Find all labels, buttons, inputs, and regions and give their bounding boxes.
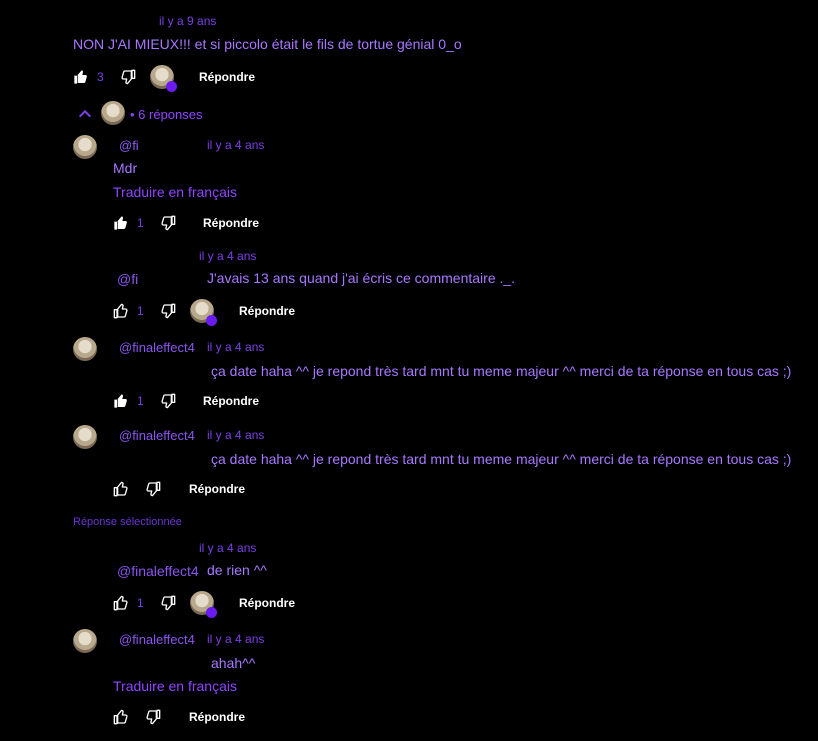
reply-button[interactable]: Répondre — [199, 70, 255, 84]
thumbs-up-icon[interactable] — [73, 69, 89, 85]
reply-button[interactable]: Répondre — [239, 596, 295, 610]
comment-user[interactable]: @finaleffect4 — [119, 340, 195, 355]
comment-time: il y a 4 ans — [199, 541, 257, 555]
comment-time: il y a 4 ans — [207, 340, 265, 354]
comment-time: il y a 4 ans — [207, 138, 265, 152]
comment-text: ça date haha ^^ je repond très tard mnt … — [211, 451, 792, 467]
avatar — [190, 299, 217, 326]
comment-text: J'avais 13 ans quand j'ai écris ce comme… — [207, 270, 516, 286]
avatar — [190, 591, 217, 618]
reply-button[interactable]: Répondre — [189, 710, 245, 724]
comment-user[interactable]: @fi — [117, 271, 138, 287]
like-count: 1 — [137, 596, 144, 610]
translate-link[interactable]: Traduire en français — [113, 678, 237, 694]
comment-text: de rien ^^ — [207, 562, 267, 578]
reply-button[interactable]: Répondre — [189, 482, 245, 496]
comment-time: il y a 4 ans — [207, 632, 265, 646]
avatar — [73, 135, 97, 159]
reply-button[interactable]: Répondre — [203, 216, 259, 230]
comment-text: ahah^^ — [211, 655, 256, 671]
thumbs-up-icon[interactable] — [113, 393, 129, 409]
thumbs-down-icon[interactable] — [145, 481, 161, 497]
thumbs-up-icon[interactable] — [113, 595, 129, 611]
thumbs-down-icon[interactable] — [160, 215, 176, 231]
comment-text: NON J'AI MIEUX!!! et si piccolo était le… — [73, 36, 462, 52]
comment-user[interactable]: @fi — [119, 138, 139, 153]
like-count: 1 — [137, 304, 144, 318]
avatar — [101, 101, 125, 125]
like-count: 1 — [137, 394, 144, 408]
reply-button[interactable]: Répondre — [239, 304, 295, 318]
like-count: 3 — [97, 70, 104, 84]
thumbs-down-icon[interactable] — [160, 303, 176, 319]
translate-link[interactable]: Traduire en français — [113, 184, 237, 200]
comment-time: il y a 4 ans — [199, 249, 257, 263]
thumbs-down-icon[interactable] — [120, 69, 136, 85]
thumbs-up-icon[interactable] — [113, 481, 129, 497]
replies-toggle[interactable]: • 6 réponses — [130, 107, 202, 122]
comment-user[interactable]: @finaleffect4 — [117, 563, 199, 579]
reply-button[interactable]: Répondre — [203, 394, 259, 408]
comment-time: il y a 4 ans — [207, 428, 265, 442]
thumbs-up-icon[interactable] — [113, 303, 129, 319]
thumbs-down-icon[interactable] — [160, 393, 176, 409]
thumbs-up-icon[interactable] — [113, 709, 129, 725]
avatar — [73, 425, 97, 449]
selected-reply-label: Réponse sélectionnée — [73, 516, 182, 528]
avatar — [73, 629, 97, 653]
comment-user[interactable]: @finaleffect4 — [119, 632, 195, 647]
comment-text: Mdr — [113, 160, 138, 176]
comment-user[interactable]: @finaleffect4 — [119, 428, 195, 443]
chevron-up-icon[interactable] — [77, 106, 93, 122]
thumbs-down-icon[interactable] — [160, 595, 176, 611]
comment-time: il y a 9 ans — [159, 14, 217, 28]
comment-text: ça date haha ^^ je repond très tard mnt … — [211, 363, 792, 379]
thumbs-up-icon[interactable] — [113, 215, 129, 231]
avatar — [73, 337, 97, 361]
thumbs-down-icon[interactable] — [145, 709, 161, 725]
avatar — [150, 65, 177, 92]
like-count: 1 — [137, 216, 144, 230]
